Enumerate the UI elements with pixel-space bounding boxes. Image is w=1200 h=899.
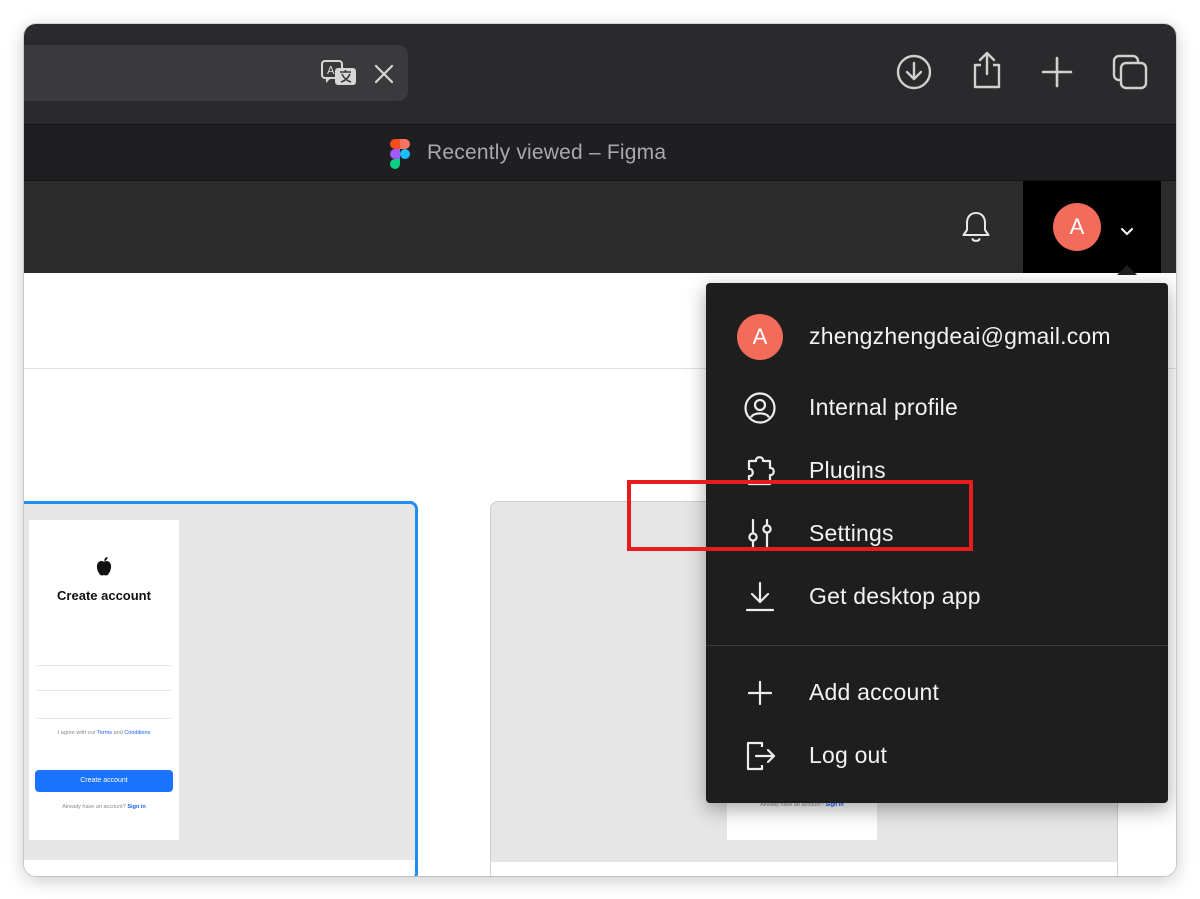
svg-text:A: A [327,64,335,77]
thumbnail-terms-text: I agree with our Terms and Conditions [29,730,179,736]
chevron-down-icon [1119,225,1135,237]
notifications-bell-icon[interactable] [960,209,992,245]
download-icon [742,579,778,615]
menu-label: Get desktop app [809,583,981,609]
downloads-icon[interactable] [894,52,934,92]
tab-bar: Recently viewed – Figma [24,124,1176,180]
signin-link: Sign in [127,804,146,810]
translate-icon[interactable]: A [320,59,360,89]
avatar: A [737,314,783,360]
card-footer [491,862,1117,876]
menu-label: Internal profile [809,394,958,420]
menu-label: Add account [809,679,940,705]
settings-highlight-annotation [627,480,973,551]
user-circle-icon [742,390,778,426]
conditions-link: Conditions [124,730,151,736]
account-email: zhengzhengdeai@gmail.com [809,323,1111,349]
menu-separator [706,645,1168,646]
menu-item-log-out[interactable]: Log out [706,729,1168,783]
file-card-selected[interactable]: Create account I agree with our Terms an… [24,501,418,876]
thumbnail-create-button: Create account [35,770,173,792]
figma-logo-icon [390,139,410,169]
menu-item-account[interactable]: A zhengzhengdeai@gmail.com [706,310,1168,364]
menu-caret [1117,265,1137,275]
logout-icon [742,738,778,774]
thumbnail-input-line [37,665,171,666]
terms-and: and [113,730,123,736]
menu-item-internal-profile[interactable]: Internal profile [706,381,1168,435]
avatar: A [1053,203,1101,251]
terms-link: Terms [97,730,113,736]
thumbnail-signin-text: Already have an account? Sign in [29,804,179,810]
account-menu-button[interactable]: A [1023,181,1161,274]
card-footer [24,860,415,876]
apple-logo-icon [95,556,113,578]
signin-prefix: Already have an account? [62,804,126,810]
thumbnail-title: Create account [57,588,151,603]
figma-header: A [24,180,1176,274]
tab-overview-icon[interactable] [1110,52,1150,92]
menu-item-add-account[interactable]: Add account [706,666,1168,720]
browser-toolbar: A [24,24,1176,124]
close-icon[interactable] [372,62,396,86]
thumbnail-input-line [37,718,171,719]
file-thumbnail: Create account I agree with our Terms an… [29,520,179,840]
plus-icon [742,675,778,711]
menu-item-get-desktop-app[interactable]: Get desktop app [706,570,1168,624]
thumbnail-input-line [37,690,171,691]
new-tab-icon[interactable] [1037,52,1077,92]
terms-prefix: I agree with our [57,730,96,736]
tab-title[interactable]: Recently viewed – Figma [427,141,666,165]
browser-window: A Recently viewed – Figma A Create accou… [24,24,1176,876]
menu-label: Log out [809,742,888,768]
share-icon[interactable] [967,50,1007,90]
